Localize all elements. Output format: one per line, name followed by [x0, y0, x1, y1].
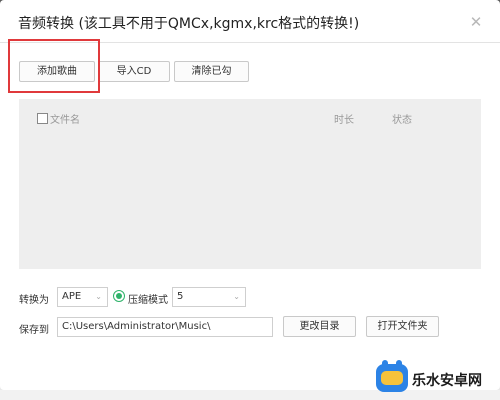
title-divider [0, 42, 500, 43]
save-path-input[interactable]: C:\Users\Administrator\Music\ [57, 317, 273, 337]
column-header-filename: 文件名 [50, 115, 80, 126]
column-header-duration: 时长 [334, 115, 354, 126]
import-cd-button[interactable]: 导入CD [98, 61, 170, 82]
compress-mode-label: 压缩模式 [128, 295, 168, 306]
audio-convert-dialog: 音频转换 (该工具不用于QMCx,kgmx,krc格式的转换!) ✕ 添加歌曲 … [0, 0, 500, 390]
convert-to-label: 转换为 [19, 295, 49, 306]
chevron-down-icon: ⌄ [233, 292, 240, 301]
format-select[interactable]: APE ⌄ [57, 287, 108, 307]
format-select-value: APE [62, 291, 82, 302]
open-folder-button[interactable]: 打开文件夹 [366, 316, 439, 337]
compress-level-select[interactable]: 5 ⌄ [172, 287, 246, 307]
change-directory-button[interactable]: 更改目录 [283, 316, 356, 337]
radio-selected-dot [116, 293, 122, 299]
save-to-label: 保存到 [19, 325, 49, 336]
close-icon[interactable]: ✕ [466, 12, 486, 32]
watermark-text: 乐水安卓网 [412, 373, 482, 389]
compress-mode-radio[interactable] [113, 290, 125, 302]
clear-checked-button[interactable]: 清除已勾 [174, 61, 249, 82]
file-list[interactable]: 文件名 时长 状态 [19, 99, 481, 269]
add-song-button[interactable]: 添加歌曲 [19, 61, 95, 82]
compress-level-value: 5 [177, 291, 184, 302]
column-header-status: 状态 [392, 115, 412, 126]
chevron-down-icon: ⌄ [95, 292, 102, 301]
watermark: 乐水安卓网 [368, 358, 500, 400]
gamepad-logo-icon [376, 360, 408, 392]
select-all-checkbox[interactable] [37, 113, 48, 124]
dialog-title: 音频转换 (该工具不用于QMCx,kgmx,krc格式的转换!) [18, 16, 360, 32]
